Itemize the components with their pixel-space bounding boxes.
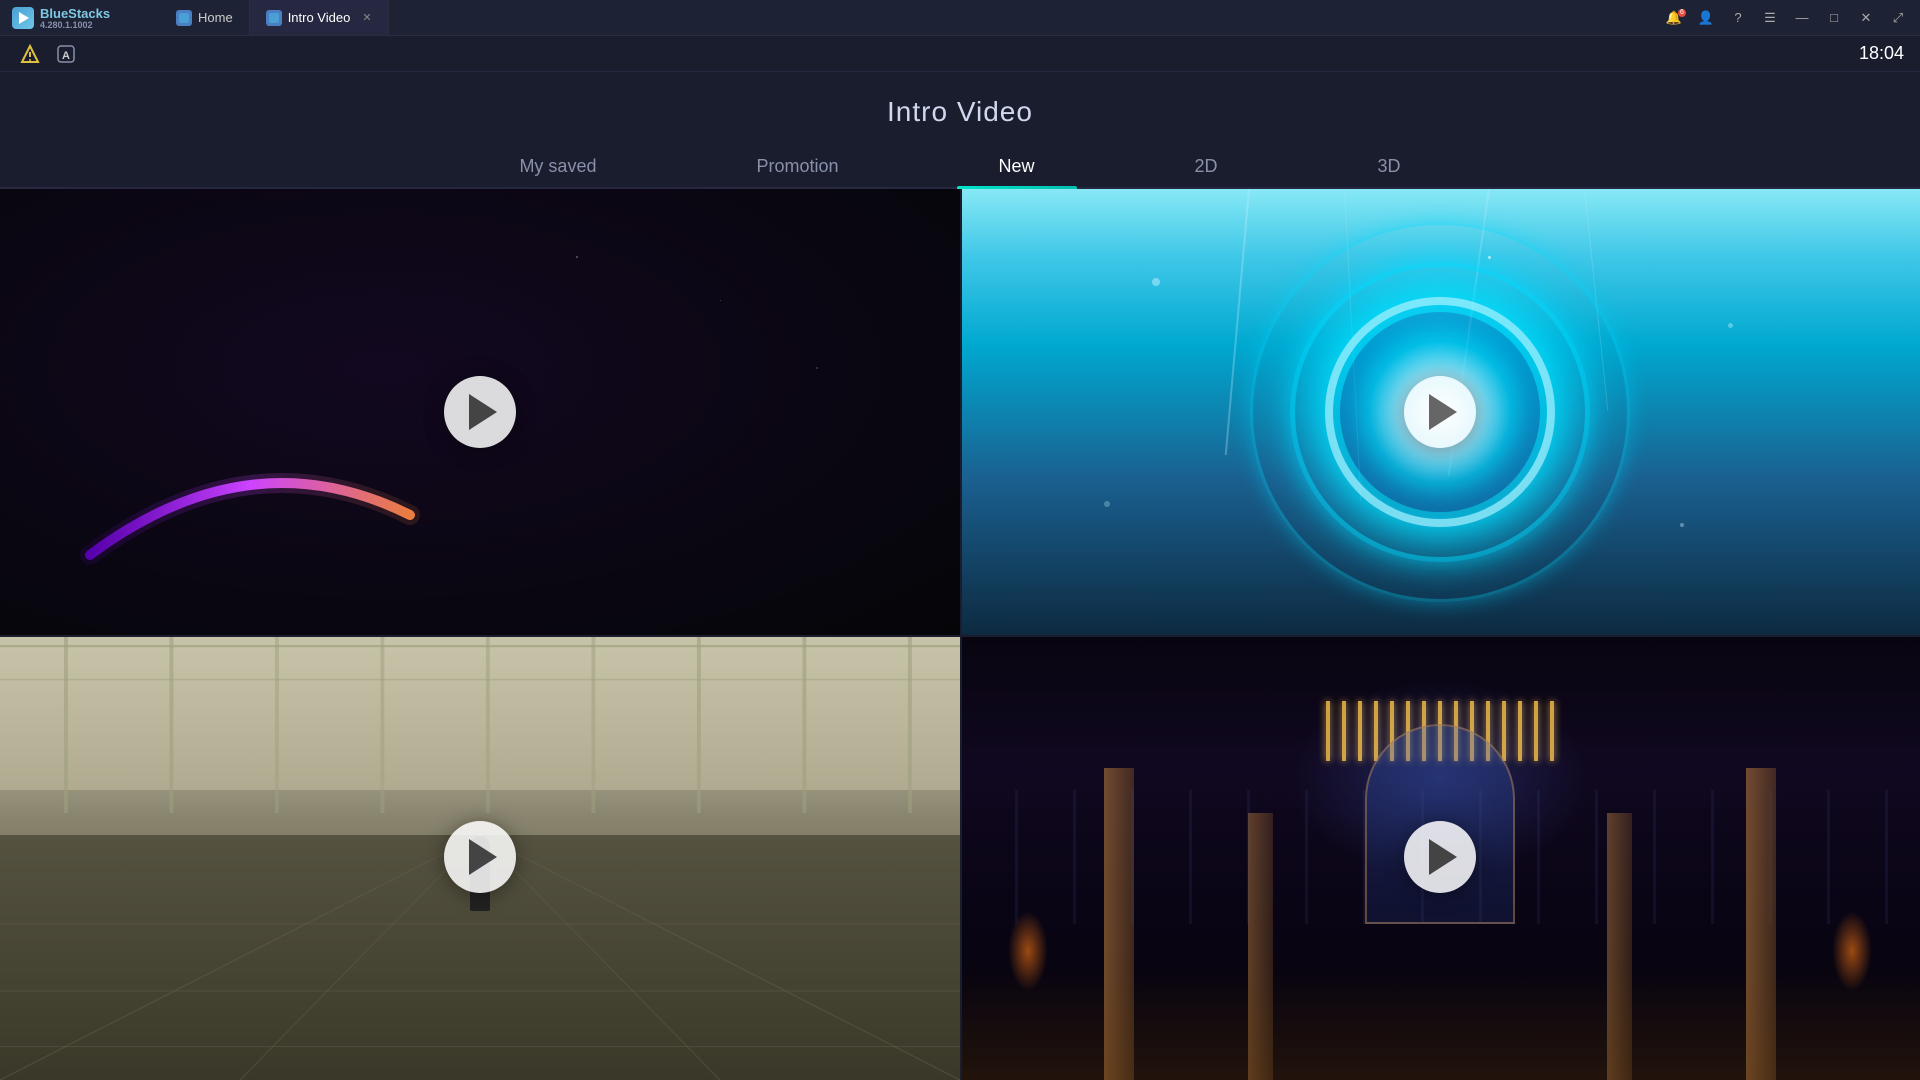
app-logo: BlueStacks 4.280.1.1002 [0, 6, 160, 30]
video-cell-3[interactable] [0, 635, 960, 1080]
purple-arc-svg [50, 415, 450, 575]
video-grid [0, 189, 1920, 1080]
alert-icon[interactable] [16, 40, 44, 68]
play-button-4[interactable] [1404, 821, 1476, 893]
video-cell-2[interactable] [960, 189, 1920, 635]
play-button-3[interactable] [444, 821, 516, 893]
nav-tabs: My saved Promotion New 2D 3D [0, 146, 1920, 189]
home-tab-icon [176, 10, 192, 26]
maximize-button[interactable]: □ [1820, 7, 1848, 29]
logo-icon [12, 7, 34, 29]
intro-tab-icon [266, 10, 282, 26]
tab-close-button[interactable]: ✕ [362, 11, 371, 24]
notification-badge: 6 [1678, 9, 1686, 17]
play-triangle-2 [1429, 394, 1457, 430]
stadium-beams [0, 635, 960, 813]
tab-3d[interactable]: 3D [1298, 146, 1481, 187]
horizontal-separator [0, 635, 1920, 637]
play-triangle-3 [469, 839, 497, 875]
window-controls: 🔔 6 👤 ? ☰ — □ ✕ ⤢ [1660, 7, 1920, 29]
svg-text:A: A [62, 50, 70, 62]
play-triangle-4 [1429, 839, 1457, 875]
text-icon[interactable]: A [52, 40, 80, 68]
play-button-1[interactable] [444, 376, 516, 448]
minimize-button[interactable]: — [1788, 7, 1816, 29]
tab-home[interactable]: Home [160, 0, 250, 35]
play-triangle-1 [469, 394, 497, 430]
profile-button[interactable]: 👤 [1692, 7, 1720, 29]
window-tabs: Home Intro Video ✕ [160, 0, 1660, 35]
close-button[interactable]: ✕ [1852, 7, 1880, 29]
tab-intro-video[interactable]: Intro Video ✕ [250, 0, 389, 35]
time-display: 18:04 [1859, 43, 1904, 64]
notification-button[interactable]: 🔔 6 [1660, 7, 1688, 29]
main-content: Intro Video My saved Promotion New 2D 3D [0, 72, 1920, 1080]
video-cell-1[interactable] [0, 189, 960, 635]
expand-button[interactable]: ⤢ [1884, 7, 1912, 29]
logo-text: BlueStacks 4.280.1.1002 [40, 6, 110, 30]
video-cell-4[interactable] [960, 635, 1920, 1080]
tab-promotion[interactable]: Promotion [676, 146, 918, 187]
help-button[interactable]: ? [1724, 7, 1752, 29]
tab-new[interactable]: New [919, 146, 1115, 187]
page-title: Intro Video [887, 96, 1033, 128]
tab-my-saved[interactable]: My saved [439, 146, 676, 187]
tab-2d[interactable]: 2D [1115, 146, 1298, 187]
menu-button[interactable]: ☰ [1756, 7, 1784, 29]
title-bar: BlueStacks 4.280.1.1002 Home Intro Video… [0, 0, 1920, 36]
play-button-2[interactable] [1404, 376, 1476, 448]
top-icons-bar: A 18:04 [0, 36, 1920, 72]
